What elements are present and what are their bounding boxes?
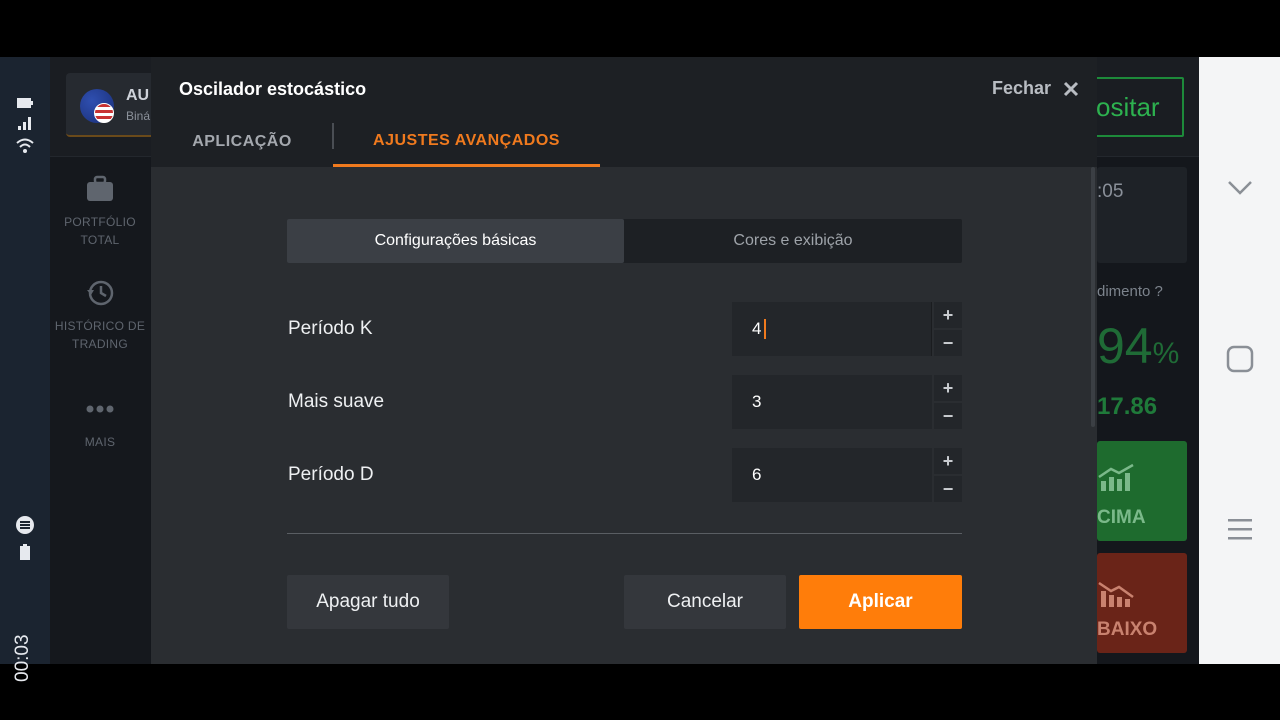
recents-button[interactable] [1223, 512, 1257, 546]
segment-basic-settings[interactable]: Configurações básicas [287, 219, 624, 263]
dialog-header: Oscilador estocástico Fechar APLICAÇÃO A… [151, 57, 1097, 167]
side-item-label: PORTFÓLIO TOTAL [64, 215, 136, 247]
footer-divider [287, 533, 962, 534]
tab-advanced-settings[interactable]: AJUSTES AVANÇADOS [333, 117, 600, 167]
history-icon [87, 280, 114, 306]
field-label: Mais suave [288, 391, 385, 412]
help-icon[interactable]: ? [1155, 283, 1163, 300]
navigation-bar [1199, 57, 1280, 664]
scrollbar-thumb[interactable] [1091, 167, 1095, 427]
side-item-portfolio[interactable]: PORTFÓLIO TOTAL [50, 173, 150, 249]
field-period-d: Período D + − [287, 448, 962, 502]
field-smoothing: Mais suave + − [287, 375, 962, 429]
segment-colors-display[interactable]: Cores e exibição [624, 219, 962, 263]
dialog-title: Oscilador estocástico [179, 79, 367, 99]
timer-value: :05 [1097, 181, 1124, 202]
increment-button[interactable]: + [934, 375, 962, 401]
side-item-label: MAIS [84, 435, 116, 449]
status-time: 00:03 [12, 634, 33, 682]
trade-panel: :05 dimento ? 94% 17.86 CIMA BAIXO [1097, 157, 1199, 664]
home-square-icon [1226, 345, 1254, 373]
period-k-stepper: + − [934, 302, 962, 356]
menu-lines-icon [1228, 519, 1252, 540]
decrement-button[interactable]: − [934, 403, 962, 429]
field-label: Período K [288, 318, 373, 339]
yield-amount: 17.86 [1097, 393, 1158, 420]
increment-button[interactable]: + [934, 448, 962, 474]
period-k-input[interactable] [732, 302, 932, 356]
side-item-more[interactable]: MAIS [50, 393, 150, 451]
wifi-icon [16, 138, 34, 153]
asset-type: Biná [126, 109, 151, 123]
field-period-k: Período K + − [287, 302, 962, 356]
call-up-button[interactable]: CIMA [1097, 441, 1187, 541]
dialog-scrollbar[interactable] [1091, 167, 1095, 664]
yield-label: dimento ? [1097, 283, 1163, 300]
tab-application[interactable]: APLICAÇÃO [171, 117, 313, 167]
signal-icon [18, 117, 31, 130]
status-icons-top [14, 97, 36, 155]
yield-value: 94% [1097, 318, 1180, 374]
more-dots-icon [86, 405, 114, 413]
trend-up-icon [1098, 463, 1134, 491]
close-label: Fechar [991, 78, 1051, 98]
dialog-tabs: APLICAÇÃO AJUSTES AVANÇADOS [151, 117, 1097, 167]
side-item-history[interactable]: HISTÓRICO DE TRADING [50, 277, 150, 353]
expiry-timer[interactable]: :05 [1097, 167, 1187, 263]
period-d-stepper: + − [934, 448, 962, 502]
trend-down-icon [1098, 581, 1134, 607]
smoothing-input[interactable] [732, 375, 932, 429]
settings-segmented-control: Configurações básicas Cores e exibição [287, 219, 962, 263]
put-down-button[interactable]: BAIXO [1097, 553, 1187, 653]
close-icon [1063, 81, 1079, 96]
data-saver-icon [16, 516, 34, 534]
increment-button[interactable]: + [934, 302, 962, 328]
battery-icon [17, 98, 33, 108]
battery-charging-icon [20, 544, 30, 560]
up-label: CIMA [1097, 507, 1146, 528]
side-menu: PORTFÓLIO TOTAL HISTÓRICO DE TRADING MAI… [50, 157, 150, 664]
chevron-down-icon [1228, 181, 1252, 195]
smoothing-stepper: + − [934, 375, 962, 429]
status-icons-bottom [14, 515, 36, 561]
collapse-nav-button[interactable] [1223, 171, 1257, 205]
decrement-button[interactable]: − [934, 330, 962, 356]
status-bar: 00:03 [0, 57, 50, 682]
close-button[interactable]: Fechar [992, 78, 1079, 99]
period-d-input[interactable] [732, 448, 932, 502]
side-item-label: HISTÓRICO DE TRADING [54, 319, 146, 351]
home-button[interactable] [1223, 342, 1257, 376]
deposit-button[interactable]: ositar [1086, 77, 1184, 137]
usa-flag-icon [94, 103, 114, 123]
decrement-button[interactable]: − [934, 476, 962, 502]
indicator-settings-dialog: Oscilador estocástico Fechar APLICAÇÃO A… [151, 57, 1097, 664]
clear-all-button[interactable]: Apagar tudo [287, 575, 449, 629]
asset-name: AU [126, 87, 150, 104]
text-caret [764, 319, 766, 339]
cancel-button[interactable]: Cancelar [624, 575, 786, 629]
briefcase-icon [87, 175, 113, 201]
down-label: BAIXO [1097, 619, 1158, 640]
field-label: Período D [288, 464, 374, 485]
apply-button[interactable]: Aplicar [799, 575, 962, 629]
